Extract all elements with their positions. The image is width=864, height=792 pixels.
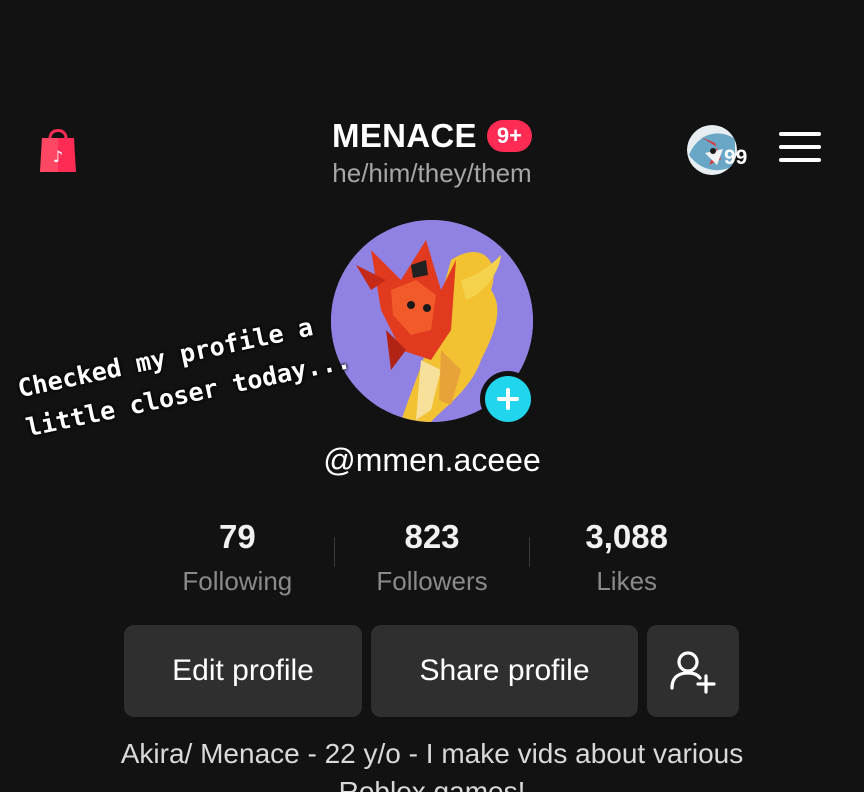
stat-likes[interactable]: 3,088 Likes [529,515,724,605]
plus-icon [485,376,531,422]
profile-name[interactable]: MENACE [332,117,477,155]
stat-followers[interactable]: 823 Followers [335,515,530,605]
stat-following-label: Following [182,566,293,596]
stat-following-value: 79 [218,518,256,555]
profile-screen: ♪ MENACE 9+ he/him/they/them 99 Checked … [0,0,864,792]
bio-line-1: Akira/ Menace - 22 y/o - I make vids abo… [120,738,744,769]
add-friends-button[interactable] [647,625,739,717]
share-profile-button[interactable]: Share profile [371,625,638,717]
account-switcher-count: 99 [724,146,748,169]
stat-divider [529,537,530,567]
stat-likes-label: Likes [596,566,658,596]
bio-line-2: Roblox games! [338,776,526,792]
stat-followers-label: Followers [376,566,488,596]
hamburger-menu-icon[interactable] [779,132,823,168]
add-story-button[interactable] [480,371,536,427]
profile-bio: Akira/ Menace - 22 y/o - I make vids abo… [0,735,864,792]
stat-likes-value: 3,088 [585,518,668,555]
profile-handle: @mmen.aceee [323,442,541,478]
notification-badge: 9+ [486,120,532,152]
story-caption-overlay: Checked my profile a little closer today.… [14,291,402,448]
stat-following[interactable]: 79 Following [140,515,335,605]
profile-stats: 79 Following 823 Followers 3,088 Likes [140,515,724,605]
stat-followers-value: 823 [404,518,460,555]
add-friend-icon [670,651,716,694]
stat-divider [334,537,335,567]
edit-profile-button[interactable]: Edit profile [124,625,362,717]
